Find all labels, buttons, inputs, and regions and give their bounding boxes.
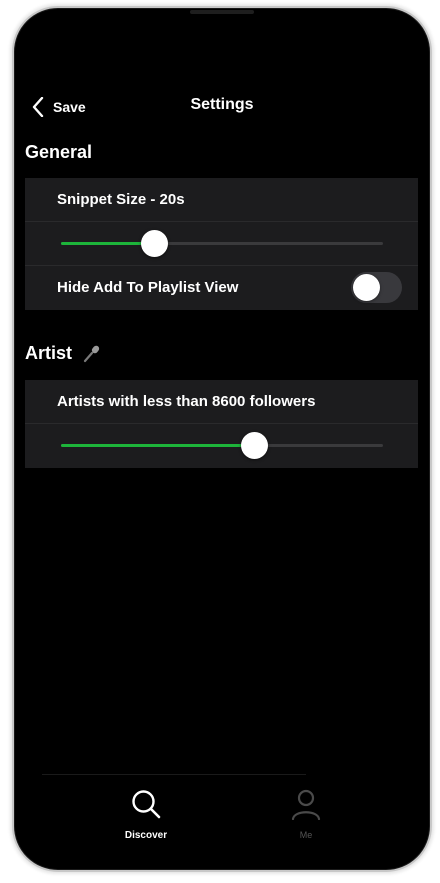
tab-me-label: Me (299, 830, 313, 840)
page-title: Settings (190, 96, 254, 113)
phone-frame: Save Settings General Snippet Size - 20s… (12, 6, 432, 872)
navigation-bar: Save Settings (14, 92, 430, 122)
slider-fill (61, 242, 155, 245)
snippet-slider-row (25, 222, 418, 266)
general-heading: General (25, 142, 93, 162)
tab-discover[interactable]: Discover (86, 788, 206, 841)
speaker-notch (190, 10, 254, 14)
hide-playlist-label: Hide Add To Playlist View (57, 279, 239, 296)
snippet-size-row: Snippet Size - 20s (25, 178, 418, 222)
followers-label: Artists with less than 8600 followers (57, 393, 316, 410)
section-title-artist: Artist (25, 343, 102, 364)
tabbar-divider (42, 774, 306, 775)
tab-me[interactable]: Me (246, 788, 366, 840)
hide-playlist-row: Hide Add To Playlist View (25, 266, 418, 310)
hide-playlist-toggle[interactable] (351, 272, 402, 303)
followers-row: Artists with less than 8600 followers (25, 380, 418, 424)
slider-thumb[interactable] (141, 230, 169, 257)
search-icon (130, 788, 162, 825)
snippet-size-label: Snippet Size - 20s (57, 191, 185, 208)
artist-heading: Artist (25, 343, 73, 363)
followers-slider-row (25, 424, 418, 468)
section-title-general: General (25, 142, 92, 163)
microphone-icon (82, 344, 102, 364)
snippet-size-slider[interactable] (61, 230, 383, 257)
slider-fill (61, 444, 255, 447)
general-settings-group: Snippet Size - 20s Hide Add To Playlist … (25, 178, 418, 310)
person-icon (290, 788, 322, 825)
slider-thumb[interactable] (241, 432, 269, 459)
toggle-knob (353, 274, 380, 301)
followers-slider[interactable] (61, 432, 383, 459)
artist-settings-group: Artists with less than 8600 followers (25, 380, 418, 468)
tab-discover-label: Discover (124, 830, 168, 841)
